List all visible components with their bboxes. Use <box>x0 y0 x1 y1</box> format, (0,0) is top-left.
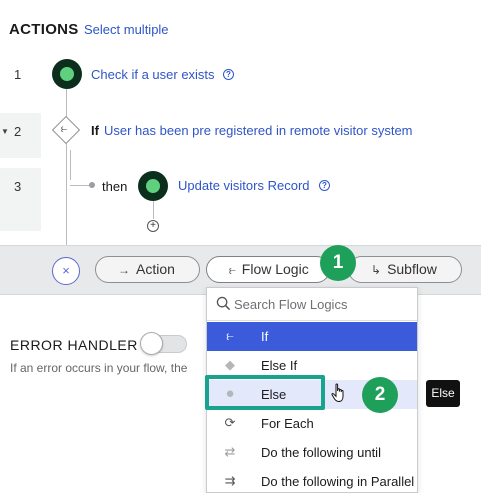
diamond-icon: ◆ <box>225 357 235 372</box>
step-3-link[interactable]: Update visitors Record <box>178 178 310 193</box>
step-1-link[interactable]: Check if a user exists <box>91 67 215 82</box>
add-step-icon[interactable]: + <box>147 220 159 232</box>
action-node-icon <box>52 59 82 89</box>
else-tooltip: Else <box>426 380 460 407</box>
close-toolbar-button[interactable]: × <box>52 257 80 285</box>
branch-dot <box>89 182 95 188</box>
menu-search-bar <box>207 288 417 321</box>
subflow-button-label: Subflow <box>387 261 437 277</box>
search-icon <box>216 296 231 311</box>
highlight-box <box>205 375 325 410</box>
parallel-icon: ⇉ <box>224 473 236 488</box>
step-number-3: 3 <box>14 179 22 194</box>
branch-icon: ⥼ <box>226 328 234 343</box>
subflow-icon: ↳ <box>371 263 382 277</box>
step-3-gutter <box>0 168 41 231</box>
search-flow-logics-input[interactable] <box>234 295 410 313</box>
subflow-button[interactable]: ↳ Subflow <box>348 256 462 283</box>
error-handler-title: ERROR HANDLER <box>10 337 138 353</box>
menu-item-label: Do the following in Parallel <box>261 474 415 489</box>
error-handler-description: If an error occurs in your flow, the <box>10 361 188 375</box>
callout-badge-2: 2 <box>362 377 398 413</box>
hand-cursor-icon <box>331 383 344 403</box>
branch-icon: ⥼ <box>229 263 236 277</box>
branch-line <box>70 185 90 186</box>
loop-icon: ⟳ <box>224 415 236 430</box>
then-keyword: then <box>102 179 128 194</box>
if-keyword: If <box>91 123 99 138</box>
connector-line <box>66 142 67 245</box>
action-button-label: Action <box>136 261 175 277</box>
menu-item-label: Else If <box>261 358 298 373</box>
menu-item-do-until[interactable]: ⇄ Do the following until <box>207 438 417 467</box>
menu-item-label: For Each <box>261 416 314 431</box>
branch-icon: ⥼ <box>61 123 68 135</box>
branch-line <box>70 150 71 180</box>
menu-item-do-in-parallel[interactable]: ⇉ Do the following in Parallel <box>207 467 417 492</box>
step-number-2: 2 <box>14 124 22 139</box>
menu-item-label: If <box>261 329 269 344</box>
action-button[interactable]: → Action <box>95 256 200 283</box>
action-node-icon <box>138 171 168 201</box>
menu-item-if[interactable]: ⥼ If <box>207 322 417 351</box>
menu-item-label: Do the following until <box>261 445 381 460</box>
step-2-condition-link[interactable]: User has been pre registered in remote v… <box>104 123 413 138</box>
actions-title: ACTIONS <box>9 21 79 38</box>
help-icon[interactable]: ? <box>319 180 330 191</box>
select-multiple-link[interactable]: Select multiple <box>84 22 169 37</box>
step-number-1: 1 <box>14 67 22 82</box>
repeat-icon: ⇄ <box>224 444 236 459</box>
collapse-toggle-icon[interactable]: ▼ <box>1 127 9 136</box>
toggle-knob[interactable] <box>140 332 163 355</box>
flow-logic-button-label: Flow Logic <box>241 261 309 277</box>
connector-line <box>153 201 154 219</box>
menu-item-for-each[interactable]: ⟳ For Each <box>207 409 417 438</box>
arrow-right-icon: → <box>118 263 130 277</box>
help-icon[interactable]: ? <box>223 69 234 80</box>
flow-logic-button[interactable]: ⥼ Flow Logic <box>206 256 330 283</box>
callout-badge-1: 1 <box>320 245 356 281</box>
